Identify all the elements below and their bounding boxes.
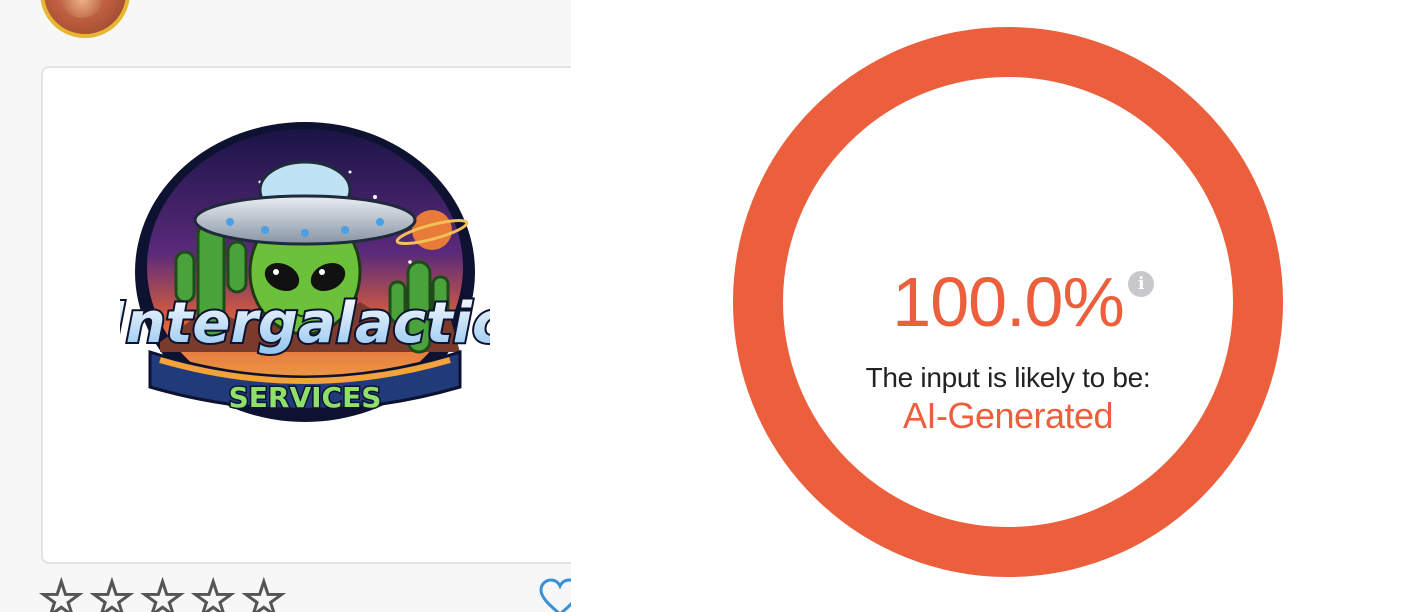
intergalactic-services-logo: Intergalactic SERVICES <box>120 122 490 422</box>
avatar[interactable] <box>40 0 130 38</box>
score-row: 100.0% i <box>783 267 1233 337</box>
result-verdict: AI-Generated <box>902 395 1114 436</box>
rating-star-2[interactable]: ☆ <box>88 573 136 612</box>
result-caption: The input is likely to be: <box>865 362 1151 393</box>
logo-subtitle: SERVICES <box>229 381 382 414</box>
star-rating[interactable]: ☆ ☆ ☆ ☆ ☆ <box>37 573 288 612</box>
ai-score-value: 100.0% <box>892 263 1124 341</box>
rating-star-4[interactable]: ☆ <box>189 573 237 612</box>
rating-star-1[interactable]: ☆ <box>37 573 85 612</box>
rating-star-3[interactable]: ☆ <box>138 573 186 612</box>
rating-star-5[interactable]: ☆ <box>240 573 288 612</box>
logo-title: Intergalactic <box>120 291 490 356</box>
detection-result-panel: 100.0% i The input is likely to be: AI-G… <box>571 0 1410 612</box>
heart-icon[interactable] <box>538 578 572 612</box>
score-ring: 100.0% i The input is likely to be: AI-G… <box>733 27 1283 577</box>
left-pane: Intergalactic SERVICES ☆ ☆ ☆ ☆ ☆ <box>0 0 572 612</box>
ai-score: 100.0% i <box>892 267 1154 337</box>
info-icon[interactable]: i <box>1127 271 1154 297</box>
